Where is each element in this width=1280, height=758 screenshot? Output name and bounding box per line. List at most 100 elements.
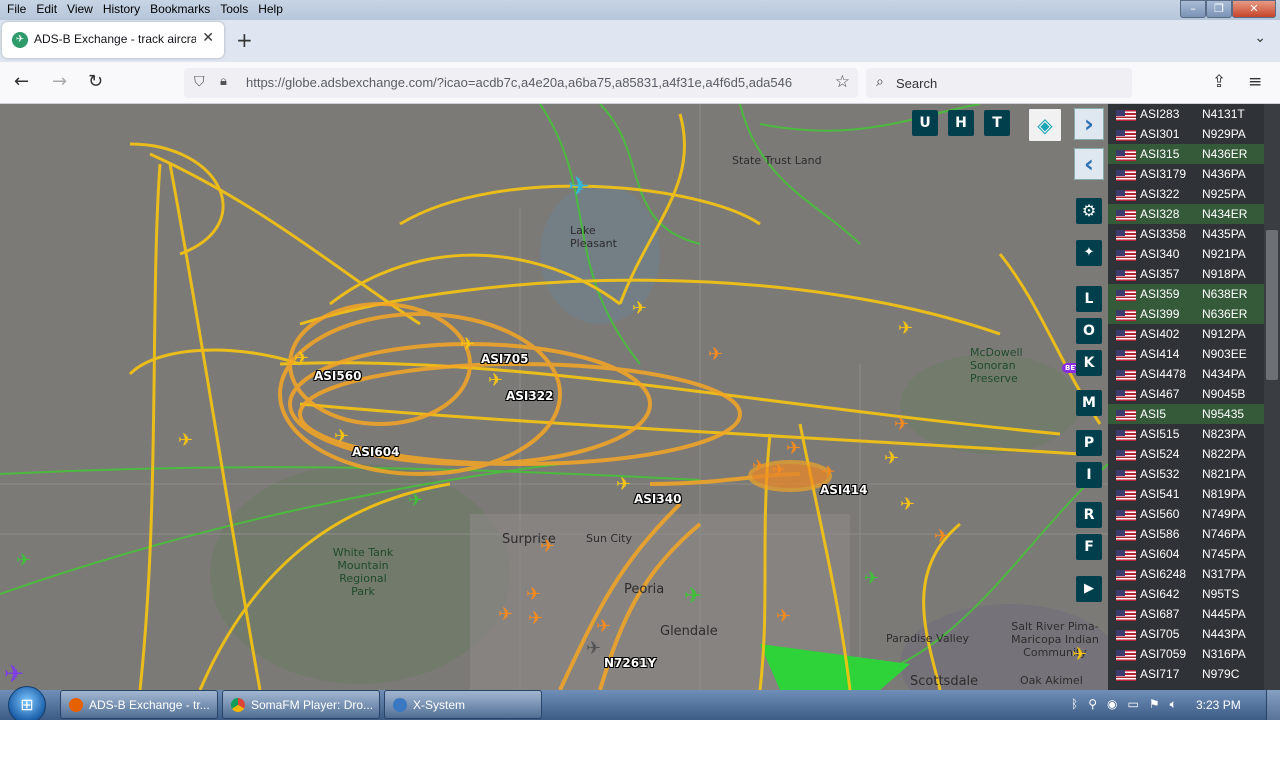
flag-icon[interactable]: ⚑ (1149, 697, 1160, 720)
aircraft-icon[interactable]: ✈ (408, 490, 423, 511)
menu-history[interactable]: History (98, 0, 145, 20)
task-x-system[interactable]: X-System (384, 690, 542, 719)
table-row[interactable]: ASI399 N636ER (1108, 304, 1264, 324)
aircraft-icon[interactable]: ✈ (498, 604, 513, 625)
volume-icon[interactable]: 🔈︎ (1170, 697, 1177, 720)
menu-tools[interactable]: Tools (215, 0, 253, 20)
aircraft-icon[interactable]: ✈ (568, 172, 590, 202)
start-orb-icon[interactable]: ⊞ (8, 686, 46, 720)
aircraft-icon[interactable]: ✈ (772, 460, 785, 479)
menu-view[interactable]: View (62, 0, 98, 20)
table-row[interactable]: ASI642 N95TS (1108, 584, 1264, 604)
table-row[interactable]: ASI402 N912PA (1108, 324, 1264, 344)
aircraft-icon[interactable]: ✈ (4, 660, 24, 688)
table-row[interactable]: ASI687 N445PA (1108, 604, 1264, 624)
lock-icon[interactable]: 🔒︎ (220, 74, 227, 89)
table-row[interactable]: ASI515 N823PA (1108, 424, 1264, 444)
table-row[interactable]: ASI467 N9045B (1108, 384, 1264, 404)
table-row[interactable]: ASI532 N821PA (1108, 464, 1264, 484)
steam-icon[interactable]: ◉ (1107, 697, 1117, 720)
aircraft-label-asi604[interactable]: ASI604 (352, 445, 399, 459)
share-icon[interactable]: ⇪ (1212, 72, 1226, 92)
aircraft-icon[interactable]: ✈ (178, 430, 193, 451)
table-row[interactable]: ASI717 N979C (1108, 664, 1264, 684)
toggle-m-button[interactable]: M (1076, 390, 1102, 416)
aircraft-icon[interactable]: ✈ (616, 474, 631, 495)
aircraft-icon[interactable]: ✈ (894, 414, 909, 435)
close-tab-icon[interactable]: ✕ (202, 30, 214, 46)
menu-help[interactable]: Help (253, 0, 288, 20)
aircraft-icon[interactable]: ✈ (884, 448, 899, 469)
task-chrome-somafm[interactable]: SomaFM Player: Dro... (222, 690, 380, 719)
aircraft-icon[interactable]: ✈ (786, 438, 801, 459)
aircraft-label-asi322[interactable]: ASI322 (506, 389, 553, 403)
filter-stars-icon[interactable]: ✦ (1076, 240, 1102, 266)
url-text[interactable]: https://globe.adsbexchange.com/?icao=acd… (246, 75, 816, 90)
aircraft-icon[interactable]: ✈ (528, 608, 543, 629)
table-row[interactable]: ASI301 N929PA (1108, 124, 1264, 144)
aircraft-table[interactable]: ASI283 N4131T ASI301 N929PA ASI315 N436ER ASI3… (1108, 104, 1280, 690)
bluetooth-icon[interactable]: ᛒ (1071, 697, 1078, 720)
aircraft-icon[interactable]: ✈ (708, 344, 723, 365)
table-row[interactable]: ASI524 N822PA (1108, 444, 1264, 464)
aircraft-icon[interactable]: ✈ (684, 584, 702, 609)
expand-right-icon[interactable]: › (1074, 108, 1104, 140)
aircraft-icon[interactable]: ✈ (632, 298, 647, 319)
aircraft-label-asi705[interactable]: ASI705 (481, 352, 528, 366)
toggle-k-button[interactable]: K (1076, 350, 1102, 376)
aircraft-icon[interactable]: ✈ (596, 616, 611, 637)
bookmark-star-icon[interactable]: ☆ (835, 72, 850, 92)
tracking-shield-icon[interactable]: ⛉ (194, 74, 205, 90)
toggle-p-button[interactable]: P (1076, 430, 1102, 456)
aircraft-icon[interactable]: ✈ (900, 494, 915, 515)
table-row[interactable]: ASI359 N638ER (1108, 284, 1264, 304)
tab-adsb-exchange[interactable]: ✈ ADS-B Exchange - track aircraft ✕ (2, 22, 224, 58)
aircraft-icon[interactable]: ✈ (752, 456, 765, 475)
table-row[interactable]: ASI328 N434ER (1108, 204, 1264, 224)
toggle-l-button[interactable]: L (1076, 286, 1102, 312)
aircraft-icon[interactable]: ✈ (586, 638, 601, 659)
maximize-button[interactable]: ❐ (1206, 0, 1232, 18)
aircraft-icon[interactable]: ✈ (934, 526, 949, 547)
aircraft-icon[interactable]: ✈ (488, 370, 503, 391)
menu-edit[interactable]: Edit (31, 0, 62, 20)
network-icon[interactable]: ⚲ (1088, 697, 1097, 720)
toggle-i-button[interactable]: I (1076, 462, 1102, 488)
toggle-t-button[interactable]: T (984, 110, 1010, 136)
aircraft-icon[interactable]: ✈ (540, 536, 555, 557)
toggle-o-button[interactable]: O (1076, 318, 1102, 344)
table-scrollbar-thumb[interactable] (1266, 230, 1278, 380)
aircraft-icon[interactable]: ✈ (334, 426, 349, 447)
aircraft-icon[interactable]: ✈ (776, 606, 791, 627)
aircraft-icon[interactable]: ✈ (16, 550, 31, 571)
search-bar[interactable]: ⌕ Search (866, 68, 1132, 98)
new-tab-icon[interactable]: + (236, 28, 253, 52)
table-row[interactable]: ASI357 N918PA (1108, 264, 1264, 284)
table-row[interactable]: ASI705 N443PA (1108, 624, 1264, 644)
aircraft-label-asi414[interactable]: ASI414 (820, 483, 867, 497)
flight-map[interactable]: State Trust Land Lake Pleasant McDowell … (0, 104, 1108, 690)
table-row[interactable]: ASI340 N921PA (1108, 244, 1264, 264)
aircraft-icon[interactable]: ✈ (898, 318, 913, 339)
table-row[interactable]: ASI414 N903EE (1108, 344, 1264, 364)
aircraft-label-asi340[interactable]: ASI340 (634, 492, 681, 506)
url-bar[interactable]: ⛉ 🔒︎ https://globe.adsbexchange.com/?ica… (184, 68, 858, 98)
forward-icon[interactable]: → (52, 71, 67, 92)
layers-icon[interactable]: ◈ (1028, 108, 1062, 142)
table-row[interactable]: ASI283 N4131T (1108, 104, 1264, 124)
toggle-u-button[interactable]: U (912, 110, 938, 136)
list-all-tabs-icon[interactable]: ⌄ (1254, 30, 1266, 46)
reload-icon[interactable]: ↻ (88, 71, 103, 92)
task-firefox-adsb[interactable]: ADS-B Exchange - tr... (60, 690, 218, 719)
table-row[interactable]: ASI6248 N317PA (1108, 564, 1264, 584)
table-row[interactable]: ASI7059 N316PA (1108, 644, 1264, 664)
replay-play-icon[interactable]: ▶ (1076, 576, 1102, 602)
aircraft-icon[interactable]: ✈ (294, 348, 309, 369)
table-row[interactable]: ASI3179 N436PA (1108, 164, 1264, 184)
clock[interactable]: 3:23 PM (1196, 698, 1241, 712)
table-row[interactable]: ASI3358 N435PA (1108, 224, 1264, 244)
aircraft-label-n7261y[interactable]: N7261Y (604, 656, 656, 670)
table-scrollbar[interactable] (1264, 104, 1280, 690)
table-row[interactable]: ASI541 N819PA (1108, 484, 1264, 504)
back-icon[interactable]: ← (14, 71, 29, 92)
